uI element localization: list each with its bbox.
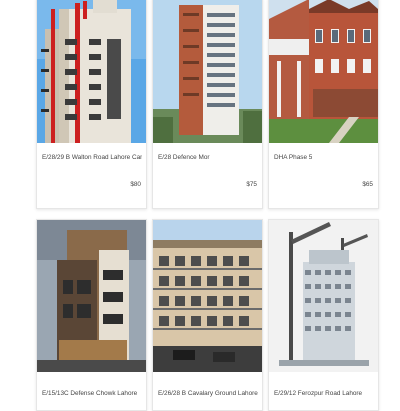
listing-card-cavalary-ground[interactable]: E/26/28 B Cavalary Ground Lahore Cantt [152, 219, 263, 411]
listing-card-ferozpur-road[interactable]: E/29/12 Ferozpur Road Lahore [268, 219, 379, 411]
listing-address: E/28/29 B Walton Road Lahore Cantt [42, 154, 142, 161]
property-photo-ferozpur-road[interactable] [269, 220, 378, 372]
property-photo-defense-chowk[interactable] [37, 220, 146, 372]
listing-card-dha-phase-5[interactable]: DHA Phase 5 $65 [268, 0, 379, 209]
listing-card-defense-chowk[interactable]: E/15/13C Defense Chowk Lahore [36, 219, 147, 411]
listing-address: DHA Phase 5 [274, 154, 313, 161]
property-photo-dha-phase-5[interactable] [269, 0, 378, 143]
property-photo-cavalary-ground[interactable] [153, 220, 262, 372]
listing-card-defence-mor[interactable]: E/28 Defence Mor $75 [152, 0, 263, 209]
listing-card-walton-road[interactable]: E/28/29 B Walton Road Lahore Cantt $80 [36, 0, 147, 209]
listing-price: $65 [362, 181, 373, 188]
property-photo-walton-road[interactable] [37, 0, 146, 143]
listing-address: E/29/12 Ferozpur Road Lahore [274, 390, 363, 397]
listing-address: E/26/28 B Cavalary Ground Lahore Cantt [158, 390, 258, 397]
listing-address: E/15/13C Defense Chowk Lahore [42, 390, 138, 397]
listing-address: E/28 Defence Mor [158, 154, 210, 161]
property-photo-defence-mor[interactable] [153, 0, 262, 143]
listing-price: $80 [130, 181, 141, 188]
listing-price: $75 [246, 181, 257, 188]
